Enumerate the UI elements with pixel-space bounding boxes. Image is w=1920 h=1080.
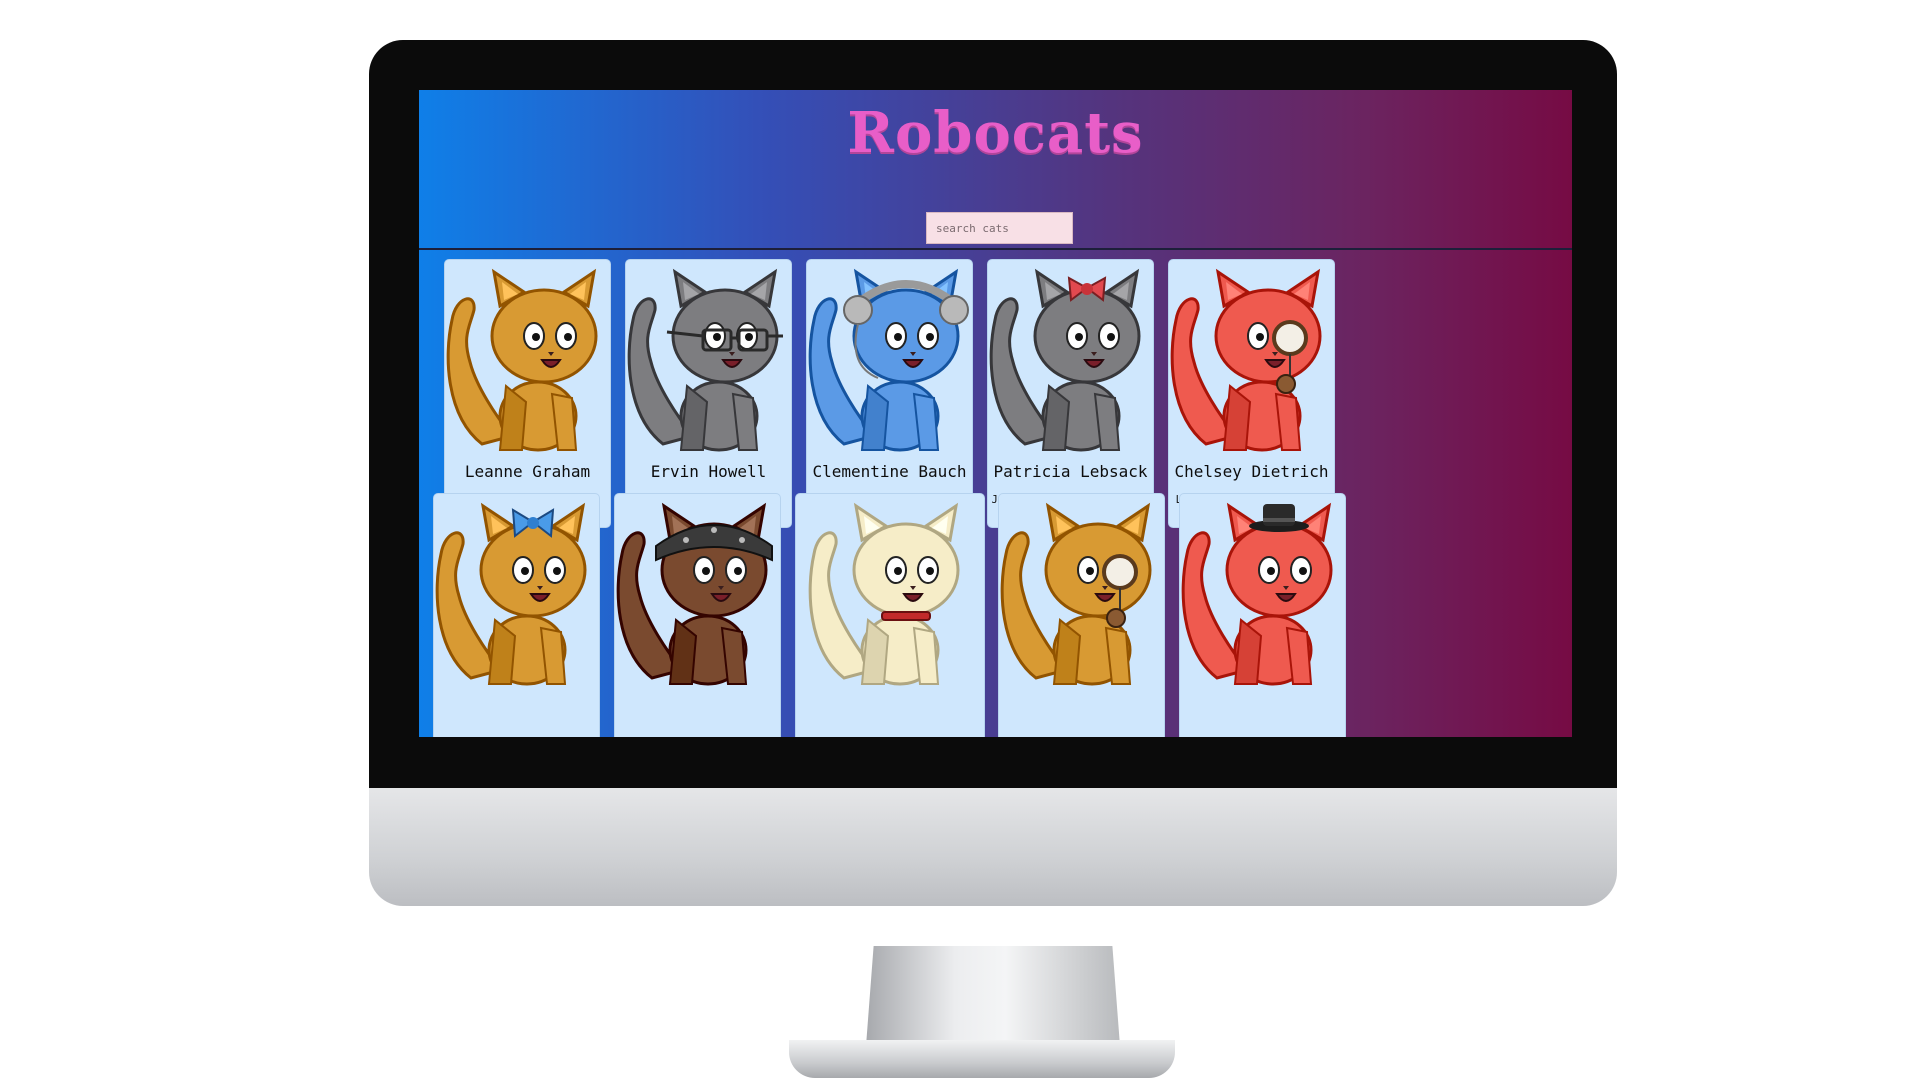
app-title: Robocats	[847, 100, 1144, 166]
monitor-chin	[369, 788, 1617, 906]
cat-card[interactable]: Ervin Howell Shanna@melissa.tv	[626, 260, 791, 527]
cat-card[interactable]: Patricia Lebsack Julianne.OConner@kory.o…	[988, 260, 1153, 527]
cat-avatar-image	[446, 268, 598, 452]
cat-avatar-image	[808, 268, 969, 452]
search-input[interactable]	[926, 212, 1073, 244]
cat-card[interactable]: Clementine Bauch Nathan@yesenia.net	[807, 260, 972, 527]
cat-name: Ervin Howell	[650, 462, 767, 481]
collar-icon	[881, 611, 931, 621]
cat-card[interactable]	[434, 494, 599, 737]
cat-name: Chelsey Dietrich	[1174, 462, 1329, 481]
cat-avatar-image	[989, 268, 1141, 452]
monitor-stand-base	[789, 1040, 1175, 1078]
monitor-stand-neck	[866, 946, 1120, 1046]
cat-avatar-image	[435, 502, 587, 686]
cat-avatar-image	[1170, 268, 1322, 452]
app-screen: Robocats Leanne Graham Sincere@april.biz	[419, 90, 1572, 737]
cat-name: Leanne Graham	[464, 462, 591, 481]
cat-avatar-image	[1000, 502, 1152, 686]
cat-avatar-image	[1181, 502, 1333, 686]
cat-card[interactable]	[615, 494, 780, 737]
cat-card-grid: Leanne Graham Sincere@april.biz Ervin Ho…	[419, 260, 1572, 737]
cat-avatar-image	[616, 502, 773, 686]
hat-icon	[1249, 504, 1309, 532]
cat-card[interactable]: Leanne Graham Sincere@april.biz	[445, 260, 610, 527]
cat-card[interactable]	[1180, 494, 1345, 737]
cat-card[interactable]	[999, 494, 1164, 737]
cat-avatar-image	[627, 268, 783, 452]
cat-card[interactable]: Chelsey Dietrich Lucio_Hettinger@annie.c…	[1169, 260, 1334, 527]
cat-name: Clementine Bauch	[812, 462, 967, 481]
app-header: Robocats	[419, 90, 1572, 250]
cat-name: Patricia Lebsack	[993, 462, 1148, 481]
cat-avatar-image	[808, 502, 960, 686]
cat-card[interactable]	[796, 494, 984, 737]
